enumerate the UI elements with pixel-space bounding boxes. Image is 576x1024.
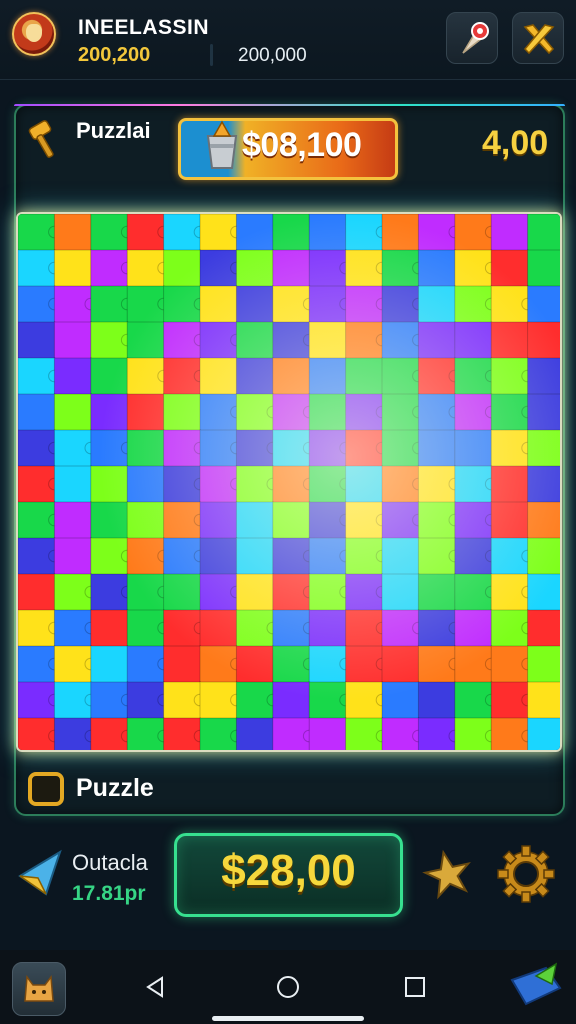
bucket-icon	[206, 120, 238, 169]
home-icon[interactable]	[275, 974, 301, 1000]
puzzle-title: Puzzlai	[76, 118, 151, 143]
gear-tooth	[521, 845, 531, 857]
outside-label: Outacla	[72, 850, 148, 875]
player-coins: 200,200	[78, 44, 151, 66]
puzzle-footer-label: Puzzle	[76, 774, 154, 802]
board-glow	[18, 214, 560, 750]
puzzle-board[interactable]	[16, 212, 562, 752]
player-name: INEELASSIN	[78, 16, 210, 39]
buy-button-label: $28,00	[221, 846, 356, 895]
gear-tooth	[521, 891, 531, 903]
divider	[210, 44, 213, 66]
gear-tooth	[497, 869, 509, 879]
cash-value: $08,100	[242, 126, 362, 164]
map-pin-button[interactable]	[446, 12, 498, 64]
tools-button[interactable]	[512, 12, 564, 64]
gear-tooth	[543, 869, 555, 879]
outside-rate: 17.81pr	[72, 882, 146, 905]
gesture-bar	[212, 1016, 364, 1021]
cat-icon	[24, 974, 54, 1002]
map-pin-icon	[462, 22, 489, 54]
pet-app-icon[interactable]	[12, 962, 66, 1016]
puzzle-piece-icon	[28, 772, 64, 806]
player-score: 200,000	[238, 45, 307, 66]
panel-glow	[14, 104, 565, 106]
folder-app-icon[interactable]	[506, 958, 566, 1018]
multiplier-value: 4,00	[482, 124, 549, 162]
gear-icon[interactable]	[494, 842, 558, 906]
recent-apps-icon[interactable]	[402, 974, 428, 1000]
crossed-tools-icon	[523, 24, 555, 55]
star-icon[interactable]	[420, 846, 476, 902]
player-avatar[interactable]	[12, 12, 56, 56]
back-icon[interactable]	[142, 974, 168, 1000]
kite-icon[interactable]	[16, 846, 66, 902]
board-grid[interactable]	[18, 214, 562, 752]
hammer-icon	[28, 120, 54, 158]
